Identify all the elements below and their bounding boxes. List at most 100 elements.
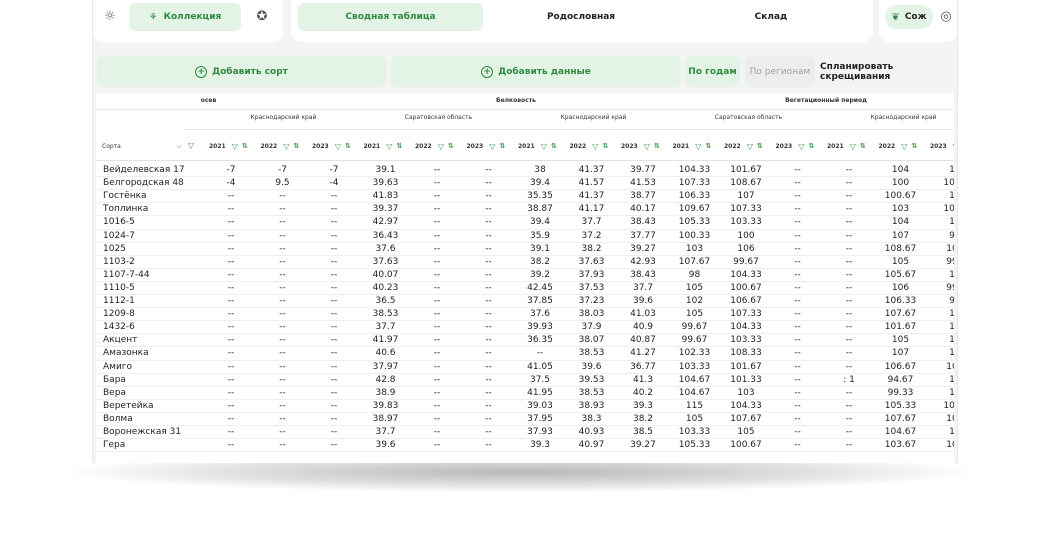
table-row[interactable]: 1025 -- -- -- 37.6 -- -- 39.1 38.2 39.27 103 106 -- -… bbox=[96, 243, 954, 256]
table-row[interactable]: Белгородская 48 -4 9.5 -4 39.63 -- -- 39.4 41.57… bbox=[96, 177, 954, 190]
year-column-header[interactable]: 2022 ▽ ⇅ bbox=[261, 141, 300, 151]
filter-icon[interactable]: ▽ bbox=[283, 142, 289, 151]
table-cell: -- bbox=[330, 440, 338, 451]
tab-summary-table[interactable]: Сводная таблица bbox=[298, 3, 483, 31]
year-column-header[interactable]: 2021 ▽ ⇅ bbox=[827, 141, 866, 151]
table-cell: -- bbox=[794, 282, 801, 293]
table-cell: -- bbox=[794, 413, 801, 424]
table-cell: -- bbox=[433, 361, 441, 372]
tab-warehouse[interactable]: Склад bbox=[676, 3, 866, 31]
table-row[interactable]: Волма -- -- -- 38.97 -- -- 37.95 38.3 38.2 105 107.… bbox=[96, 413, 954, 426]
sort-icon[interactable]: ⇅ bbox=[448, 142, 454, 150]
table-cell: -- bbox=[794, 230, 801, 241]
table-row[interactable]: 1112-1 -- -- -- 36.5 -- -- 37.85 37.23 39.6 102 106… bbox=[96, 295, 954, 308]
table-row[interactable]: Гера -- -- -- 39.6 -- -- 39.3 40.97 39.27 105.33 10… bbox=[96, 439, 954, 452]
table-row[interactable]: Веретейка -- -- -- 39.83 -- -- 39.03 38.93 39.3 11… bbox=[96, 400, 954, 413]
add-variety-button[interactable]: + Добавить сорт bbox=[97, 56, 386, 87]
sort-icon[interactable]: ⇅ bbox=[808, 142, 814, 150]
table-row[interactable]: Вера -- -- -- 38.9 -- -- 41.95 38.53 40.2 104.67 10… bbox=[96, 387, 954, 400]
filter-icon[interactable]: ▽ bbox=[541, 142, 547, 151]
table-row[interactable]: Амазонка -- -- -- 40.6 -- -- -- 38.53 41.27 102.33… bbox=[96, 347, 954, 360]
table-cell: -- bbox=[433, 165, 441, 175]
year-column-header[interactable]: 2023▽⇅ bbox=[930, 141, 954, 151]
table-row[interactable]: 1110-5 -- -- -- 40.23 -- -- 42.45 37.53 37.7 105 10… bbox=[96, 282, 954, 295]
sort-icon[interactable]: ⇅ bbox=[602, 142, 608, 150]
sort-icon[interactable]: ⇅ bbox=[293, 142, 299, 150]
table-cell: 39.4 bbox=[529, 217, 551, 228]
sort-icon[interactable]: ⇅ bbox=[499, 142, 505, 150]
filter-icon[interactable]: ▽ bbox=[644, 142, 650, 151]
table-row[interactable]: Топлинка -- -- -- 39.37 -- -- 38.87 41.17 40.17 10… bbox=[96, 203, 954, 216]
filter-icon[interactable]: ▽ bbox=[438, 142, 444, 151]
filter-icon[interactable]: ▽ bbox=[747, 142, 753, 151]
sort-icon[interactable]: ⇅ bbox=[396, 142, 402, 150]
table-row[interactable]: 1107-7-44 -- -- -- 40.07 -- -- 39.2 37.93 38.43 98… bbox=[96, 269, 954, 282]
sort-icon[interactable]: ⇅ bbox=[654, 142, 660, 150]
user-label: Сож bbox=[904, 12, 927, 22]
table-row[interactable]: Вейделевская 17 -7 -7 -7 39.1 -- -- 38 41.37 39.7… bbox=[96, 164, 954, 177]
table-cell: 37.7 bbox=[375, 322, 396, 333]
year-column-header[interactable]: 2021 ▽ ⇅ bbox=[209, 141, 248, 151]
table-cell: -- bbox=[485, 413, 492, 424]
table-row[interactable]: Амиго -- -- -- 37.97 -- -- 41.05 39.6 36.77 103.33… bbox=[96, 361, 954, 374]
table-row[interactable]: Воронежская 31 -- -- -- 37.7 -- -- 37.93 40.93 38… bbox=[96, 426, 954, 439]
sort-icon[interactable]: ⇅ bbox=[345, 142, 351, 150]
sort-icon[interactable]: ⇅ bbox=[242, 142, 248, 150]
table-cell: 100.67 bbox=[730, 440, 762, 451]
sort-icon[interactable]: ⇅ bbox=[757, 142, 763, 150]
user-button[interactable]: ❦ Сож bbox=[885, 5, 933, 29]
table-cell: -- bbox=[279, 191, 286, 202]
sun-icon[interactable]: ☼ bbox=[103, 10, 117, 24]
sort-icon[interactable]: ⇅ bbox=[705, 142, 711, 150]
tab-pedigree[interactable]: Родословная bbox=[486, 3, 676, 31]
table-row[interactable]: 1103-2 -- -- -- 37.63 -- -- 38.2 37.63 42.93 107.6… bbox=[96, 256, 954, 269]
table-cell: 104 bbox=[943, 178, 954, 189]
profile-icon[interactable]: ◎ bbox=[939, 10, 953, 24]
table-row[interactable]: 1432-6 -- -- -- 37.7 -- -- 39.93 37.9 40.9 99.67 10… bbox=[96, 321, 954, 334]
year-column-header[interactable]: 2022 ▽ ⇅ bbox=[879, 141, 918, 151]
sort-column-header[interactable]: Сорта ⌵ bbox=[102, 138, 182, 154]
table-row[interactable]: 1016-5 -- -- -- 42.97 -- -- 39.4 37.7 38.43 105.33… bbox=[96, 216, 954, 229]
filter-icon[interactable]: ▽ bbox=[695, 142, 701, 151]
add-data-button[interactable]: + Добавить данные bbox=[391, 56, 681, 87]
table-cell: 105.33 bbox=[884, 400, 917, 411]
table-cell: 9 bbox=[927, 230, 954, 243]
award-icon[interactable]: ✪ bbox=[255, 10, 269, 24]
sort-icon[interactable]: ⇅ bbox=[911, 142, 917, 150]
table-row[interactable]: Акцент -- -- -- 41.97 -- -- 36.35 38.07 40.87 99.6… bbox=[96, 334, 954, 347]
year-column-header[interactable]: 2021 ▽ ⇅ bbox=[518, 141, 557, 151]
add-data-label: Добавить данные bbox=[498, 66, 591, 77]
filter-icon[interactable]: ▽ bbox=[953, 142, 954, 151]
table-row[interactable]: 1209-8 -- -- -- 38.53 -- -- 37.6 38.03 41.03 105 10… bbox=[96, 308, 954, 321]
table-cell: 105.33 bbox=[678, 440, 711, 451]
table-row[interactable]: 1024-7 -- -- -- 36.43 -- -- 35.9 37.2 37.77 100.33… bbox=[96, 230, 954, 243]
filter-icon[interactable]: ▽ bbox=[592, 142, 598, 151]
year-column-header[interactable]: 2023▽⇅ bbox=[467, 141, 506, 151]
filter-icon[interactable]: ▽ bbox=[489, 142, 495, 151]
collection-button[interactable]: ⚘ Коллекция bbox=[129, 3, 241, 31]
variety-name: 1209-8 bbox=[103, 309, 135, 320]
year-column-header[interactable]: 2022 ▽ ⇅ bbox=[415, 141, 454, 151]
year-column-header[interactable]: 2022 ▽ ⇅ bbox=[724, 141, 763, 151]
filter-icon[interactable]: ▽ bbox=[386, 142, 392, 151]
filter-icon[interactable]: ▽ bbox=[186, 139, 196, 153]
sort-icon[interactable]: ⇅ bbox=[551, 142, 557, 150]
by-regions-button[interactable]: По регионам bbox=[745, 56, 815, 87]
filter-icon[interactable]: ▽ bbox=[335, 142, 341, 151]
table-row[interactable]: Гостёнка -- -- -- 41.83 -- -- 35.35 41.37 38.77 10… bbox=[96, 190, 954, 203]
plan-crossing-button[interactable]: Спланировать скрещивания bbox=[820, 56, 950, 87]
filter-icon[interactable]: ▽ bbox=[850, 142, 856, 151]
sort-icon[interactable]: ⇅ bbox=[860, 142, 866, 150]
year-column-header[interactable]: 2021 ▽ ⇅ bbox=[673, 141, 712, 151]
year-column-header[interactable]: 2023▽⇅ bbox=[621, 141, 660, 151]
year-column-header[interactable]: 2023▽⇅ bbox=[312, 141, 351, 151]
filter-icon[interactable]: ▽ bbox=[798, 142, 804, 151]
year-column-header[interactable]: 2021 ▽ ⇅ bbox=[364, 141, 403, 151]
year-column-header[interactable]: 2022 ▽ ⇅ bbox=[570, 141, 609, 151]
table-cell: -- bbox=[227, 296, 235, 306]
year-column-header[interactable]: 2023▽⇅ bbox=[776, 141, 815, 151]
table-row[interactable]: Бара -- -- -- 42.8 -- -- 37.5 39.53 41.3 104.67 101… bbox=[96, 374, 954, 387]
by-years-button[interactable]: По годам bbox=[685, 56, 740, 87]
filter-icon[interactable]: ▽ bbox=[232, 142, 238, 151]
filter-icon[interactable]: ▽ bbox=[901, 142, 907, 151]
